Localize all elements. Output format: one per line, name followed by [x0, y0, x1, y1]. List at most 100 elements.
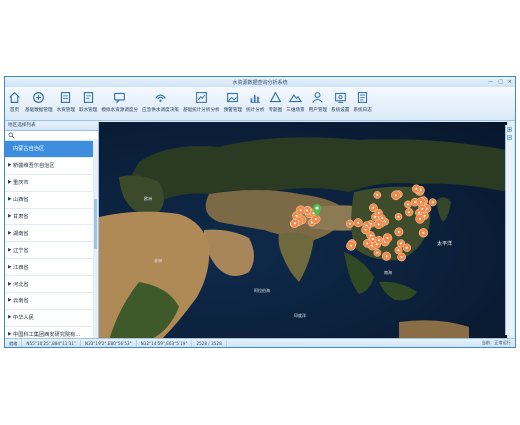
sidebar-header: 地区选择列表: [5, 122, 98, 131]
region-label: 河北省: [13, 281, 29, 288]
chart-icon: [195, 92, 207, 103]
map-marker-dot: [421, 207, 424, 210]
map-marker-dot: [366, 242, 369, 245]
log-icon: [358, 92, 368, 103]
bar-chart-icon: [250, 95, 261, 103]
map-marker-dot: [350, 244, 352, 247]
status-ready: 就绪: [5, 339, 23, 347]
map-marker-dot: [419, 217, 421, 220]
toolbar-label: 统计分析: [246, 108, 265, 113]
toolbar-3d-button[interactable]: 三维场景: [284, 91, 306, 114]
map-marker-dot: [405, 246, 408, 249]
map-marker-dot: [423, 214, 426, 217]
toolbar-intake-mgmt-button[interactable]: 取水管理: [77, 91, 99, 114]
map-marker-dot: [374, 215, 377, 218]
image-icon: [227, 92, 239, 103]
toolbar-stats-button[interactable]: 统计分析: [244, 91, 266, 114]
document-icon: [83, 92, 93, 103]
region-label: 辽宁省: [13, 247, 29, 254]
search-icon[interactable]: [8, 132, 15, 139]
toolbar-label: 基础统计分析分析: [182, 108, 220, 113]
map-label-europe: 欧洲: [144, 195, 152, 201]
toolbar-settings-button[interactable]: 系统设置: [329, 91, 351, 114]
region-item[interactable]: ▶ 河北省: [5, 276, 98, 294]
document-icon: [61, 92, 71, 103]
map-marker-dot: [419, 201, 422, 203]
region-item[interactable]: ▶ 重庆市: [5, 175, 98, 192]
toolbar-label: 基础数据管理: [25, 108, 53, 113]
region-item[interactable]: ▶ 甘肃省: [5, 209, 98, 226]
map-marker-dot: [381, 217, 384, 220]
zoom-out-button[interactable]: −: [507, 135, 512, 140]
region-label: 内蒙古自治区: [13, 146, 45, 153]
map-marker-dot: [400, 256, 403, 258]
toolbar-basic-data-button[interactable]: 基础数据管理: [23, 91, 55, 114]
region-item[interactable]: ▶ 云南省: [5, 293, 98, 310]
close-button[interactable]: ×: [508, 79, 512, 85]
gear-icon: [334, 92, 346, 103]
main-toolbar: 首页 基础数据管理 水资管理 取水管理 模拟水资源调度分 应急供水调度决策 基础…: [5, 87, 515, 121]
home-icon: [9, 91, 20, 103]
toolbar-label: 水资管理: [56, 108, 75, 113]
toolbar-simulation-button[interactable]: 模拟水资源调度分: [99, 91, 140, 114]
map-marker-dot: [349, 222, 351, 225]
region-label: 中华人民: [13, 315, 34, 322]
toolbar-warning-button[interactable]: 预警管理: [222, 91, 244, 114]
toolbar-basic-stats-button[interactable]: 基础统计分析分析: [181, 91, 222, 114]
chat-icon: [114, 92, 126, 104]
map-marker-dot: [394, 194, 397, 197]
window-title: 水资源数据查询分析系统: [232, 80, 288, 86]
region-item[interactable]: ▶ 湖南省: [5, 225, 98, 243]
map-marker-dot: [413, 201, 416, 204]
signal-icon: [155, 94, 166, 102]
toolbar-log-button[interactable]: 系统日志: [351, 91, 373, 114]
status-coord-2: N33°19'2",E80°56'53": [81, 339, 137, 347]
map-zoom-bar[interactable]: + −: [505, 125, 513, 335]
map-marker-dot: [314, 218, 317, 221]
map-marker-dot: [364, 228, 367, 231]
region-item[interactable]: ▶ 辽宁省: [5, 242, 98, 260]
toolbar-emergency-button[interactable]: 应急供水调度决策: [140, 91, 181, 114]
region-item[interactable]: ▶ 中华人民: [5, 310, 98, 327]
map-marker-dot: [422, 231, 425, 234]
toolbar-water-mgmt-button[interactable]: 水资管理: [55, 91, 77, 114]
satellite-map[interactable]: 欧洲 非洲 阿拉伯海 印度洋 南海 太平洋: [99, 122, 507, 340]
toolbar-label: 三维场景: [286, 108, 305, 113]
toolbar-label: 系统日志: [353, 108, 372, 113]
map-marker-dot: [377, 223, 380, 226]
map-canvas[interactable]: 欧洲 非洲 阿拉伯海 印度洋 南海 太平洋: [99, 122, 507, 340]
map-marker-dot: [376, 251, 379, 254]
map-marker-dot: [415, 187, 418, 190]
maximize-button[interactable]: □: [498, 79, 503, 85]
map-marker-dot: [312, 212, 315, 215]
toolbar-thematic-button[interactable]: 专题图: [266, 91, 284, 114]
toolbar-user-button[interactable]: 用户管理: [307, 91, 329, 114]
region-label: 重庆市: [13, 180, 29, 187]
toolbar-label: 首页: [9, 108, 20, 113]
region-item[interactable]: ▶ 江西省: [5, 259, 98, 277]
region-item[interactable]: ▶ 新疆维吾尔自治区: [5, 158, 98, 175]
region-label: 云南省: [13, 298, 29, 305]
status-right: 当前：正常运行: [481, 340, 511, 345]
region-label: 湖南省: [13, 230, 29, 237]
sidebar-scrollbar[interactable]: [93, 139, 98, 340]
region-item[interactable]: ▶ 山西省: [5, 192, 98, 209]
map-marker-dot: [372, 238, 374, 240]
toolbar-label: 取水管理: [78, 108, 98, 113]
map-marker-dot: [406, 203, 409, 206]
map-marker-dot: [306, 209, 308, 212]
map-marker-dot: [376, 194, 379, 196]
map-marker-dot: [385, 255, 388, 258]
user-icon: [312, 92, 324, 103]
toolbar-home-button[interactable]: 首页: [6, 91, 23, 114]
map-marker-dot: [377, 212, 380, 214]
toolbar-label: 模拟水资源调度分: [101, 108, 139, 113]
map-label-arabian-sea: 阿拉伯海: [254, 287, 270, 293]
zoom-in-button[interactable]: +: [507, 127, 512, 132]
region-item[interactable]: 内蒙古自治区: [5, 141, 98, 158]
sidebar-search[interactable]: [5, 131, 98, 141]
status-coord-3: N32°14'59",E63°5'19": [137, 339, 193, 347]
minimize-button[interactable]: —: [488, 79, 493, 85]
scrollbar-thumb[interactable]: [94, 199, 97, 249]
region-label: 江西省: [13, 264, 29, 271]
